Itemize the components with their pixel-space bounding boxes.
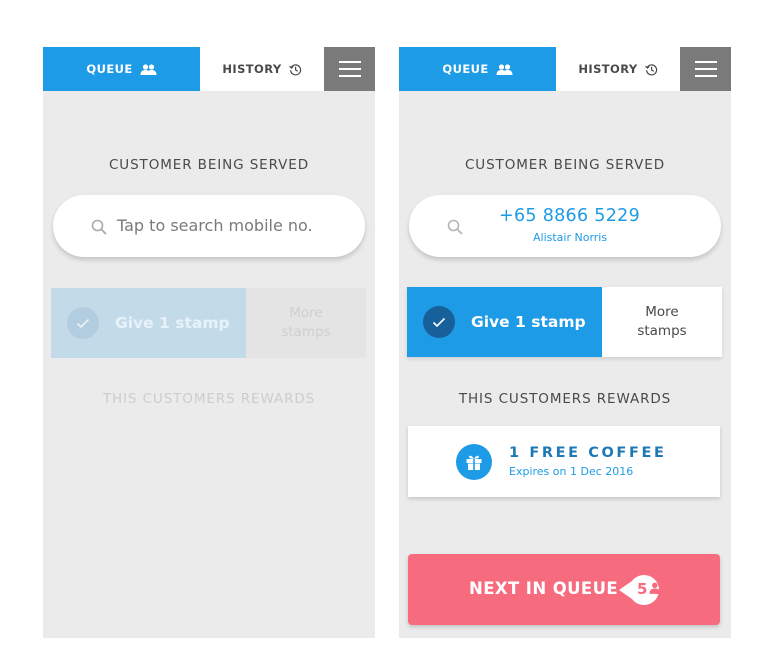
hamburger-icon-line [694, 75, 717, 77]
search-placeholder: Tap to search mobile no. [117, 216, 313, 235]
tab-queue-label: QUEUE [86, 62, 133, 76]
phone-screen-served: QUEUE HISTORY CUSTOMER BEING SERVED +65 … [399, 47, 731, 638]
hamburger-icon-line [694, 68, 717, 70]
tab-history-label: HISTORY [222, 62, 282, 76]
search-icon [447, 219, 463, 235]
top-nav: QUEUE HISTORY [43, 47, 375, 91]
more-stamps-button[interactable]: More stamps [602, 287, 722, 357]
customer-search-input[interactable]: +65 8866 5229 Alistair Norris [409, 195, 721, 257]
queue-count: 5 [637, 580, 648, 598]
tab-history[interactable]: HISTORY [200, 47, 324, 91]
menu-button[interactable] [324, 47, 375, 91]
gift-icon [456, 444, 492, 480]
section-heading-rewards: THIS CUSTOMERS REWARDS [102, 391, 316, 407]
tab-queue[interactable]: QUEUE [399, 47, 556, 91]
reward-title: 1 FREE COFFEE [509, 445, 667, 461]
more-stamps-button[interactable]: More stamps [246, 288, 366, 358]
reward-expiry: Expires on 1 Dec 2016 [509, 465, 634, 478]
next-in-queue-label: NEXT IN QUEUE [469, 579, 619, 598]
give-stamp-button[interactable]: Give 1 stamp [407, 287, 602, 357]
tab-history[interactable]: HISTORY [556, 47, 680, 91]
hamburger-icon-line [338, 61, 361, 63]
tab-queue[interactable]: QUEUE [43, 47, 200, 91]
customer-phone: +65 8866 5229 [499, 206, 641, 226]
tab-queue-label: QUEUE [442, 62, 489, 76]
more-stamps-label-line1: More [645, 304, 679, 320]
history-icon [288, 63, 301, 75]
customer-search-input[interactable]: Tap to search mobile no. [53, 195, 365, 257]
check-icon [423, 306, 455, 338]
top-nav: QUEUE HISTORY [399, 47, 731, 91]
people-icon [649, 582, 667, 594]
give-stamp-label: Give 1 stamp [115, 314, 230, 332]
section-heading-customer: CUSTOMER BEING SERVED [464, 157, 666, 173]
tab-history-label: HISTORY [578, 62, 638, 76]
stamp-actions: Give 1 stamp More stamps [51, 288, 366, 358]
customer-name: Alistair Norris [533, 231, 608, 244]
hamburger-icon-line [694, 61, 717, 63]
people-icon [496, 63, 513, 75]
give-stamp-label: Give 1 stamp [471, 313, 586, 331]
next-in-queue-button[interactable]: NEXT IN QUEUE 5 [408, 554, 720, 625]
menu-button[interactable] [680, 47, 731, 91]
search-icon [91, 219, 107, 235]
section-heading-customer: CUSTOMER BEING SERVED [108, 157, 310, 173]
stamp-actions: Give 1 stamp More stamps [407, 287, 722, 357]
history-icon [644, 63, 657, 75]
people-icon [140, 63, 157, 75]
hamburger-icon-line [338, 68, 361, 70]
check-icon [67, 307, 99, 339]
reward-card[interactable]: 1 FREE COFFEE Expires on 1 Dec 2016 [408, 426, 720, 497]
hamburger-icon-line [338, 75, 361, 77]
more-stamps-label-line2: stamps [281, 324, 331, 340]
give-stamp-button[interactable]: Give 1 stamp [51, 288, 246, 358]
more-stamps-label-line2: stamps [637, 323, 687, 339]
section-heading-rewards: THIS CUSTOMERS REWARDS [458, 391, 672, 407]
phone-screen-empty: QUEUE HISTORY CUSTOMER BEING SERVED Tap … [43, 47, 375, 638]
more-stamps-label-line1: More [289, 305, 323, 321]
